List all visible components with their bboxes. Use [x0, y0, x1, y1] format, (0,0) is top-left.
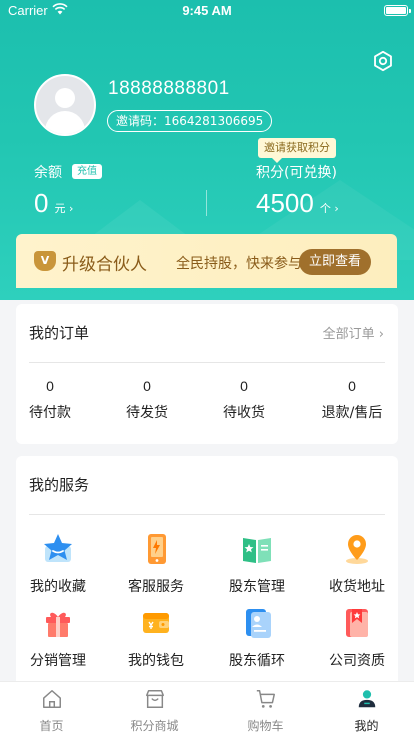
- order-status-to-ship[interactable]: 0 待发货: [102, 378, 192, 422]
- service-label: 我的收藏: [30, 579, 86, 595]
- order-label: 待付款: [29, 405, 71, 421]
- certificate-icon: [346, 609, 368, 637]
- services-card: 我的服务 我的收藏 客服服务 股东管理 收货地址 分销管理 我的钱包 股东循环 …: [16, 456, 398, 696]
- service-customer-support[interactable]: 客服服务: [111, 532, 201, 596]
- tab-cart[interactable]: 购物车: [214, 682, 317, 736]
- partner-desc: 全民持股，快来参与: [176, 256, 302, 272]
- service-company-qualification[interactable]: 公司资质: [312, 606, 402, 670]
- points-value[interactable]: 4500 个 ›: [256, 188, 339, 219]
- avatar-head: [55, 88, 75, 108]
- order-label: 待收货: [223, 405, 265, 421]
- order-count: 0: [348, 378, 356, 394]
- service-label: 股东循环: [229, 653, 285, 669]
- order-count: 0: [143, 378, 151, 394]
- balance-amount: 0: [34, 188, 49, 218]
- tab-label: 首页: [39, 719, 64, 733]
- service-label: 收货地址: [329, 579, 385, 595]
- phone-service-icon: [148, 534, 166, 564]
- avatar[interactable]: [34, 74, 96, 136]
- order-count: 0: [46, 378, 54, 394]
- divider: [206, 190, 207, 216]
- tab-label: 积分商城: [130, 719, 179, 733]
- id-card-icon: [246, 609, 271, 638]
- tab-label: 购物车: [247, 719, 284, 733]
- service-wallet[interactable]: 我的钱包: [111, 606, 201, 670]
- service-label: 客服服务: [128, 579, 184, 595]
- orders-card: 我的订单 全部订单 › 0 待付款 0 待发货 0 待收货 0 退款/售后: [16, 304, 398, 444]
- divider: [29, 362, 385, 363]
- tab-points-mall[interactable]: 积分商城: [103, 682, 206, 736]
- user-icon: [358, 690, 375, 708]
- settings-icon[interactable]: [372, 50, 394, 72]
- view-now-button[interactable]: 立即查看: [299, 249, 371, 275]
- order-status-refund[interactable]: 0 退款/售后: [307, 378, 397, 422]
- points-label: 积分(可兑换): [256, 165, 337, 181]
- orders-title: 我的订单: [29, 324, 90, 342]
- invite-code[interactable]: 邀请码：1664281306695: [107, 110, 273, 132]
- partner-title: 升级合伙人: [62, 255, 147, 275]
- order-label: 退款/售后: [321, 405, 383, 421]
- gift-icon: [46, 612, 70, 637]
- wallet-icon: [143, 613, 169, 633]
- order-count: 0: [240, 378, 248, 394]
- service-label: 公司资质: [329, 653, 385, 669]
- tab-bar: 首页 积分商城 购物车 我的: [0, 681, 414, 736]
- star-icon: [44, 534, 72, 562]
- service-favorites[interactable]: 我的收藏: [13, 532, 103, 596]
- service-shipping-address[interactable]: 收货地址: [312, 532, 402, 596]
- service-label: 分销管理: [30, 653, 86, 669]
- invite-points-tag[interactable]: 邀请获取积分: [258, 138, 336, 163]
- vip-badge-icon: V: [34, 251, 56, 271]
- location-icon: [346, 535, 368, 564]
- service-shareholder-cycle[interactable]: 股东循环: [212, 606, 302, 670]
- balance-unit: 元 ›: [54, 202, 74, 215]
- partner-banner[interactable]: V 升级合伙人 全民持股，快来参与 立即查看: [16, 234, 397, 288]
- all-orders-link[interactable]: 全部订单 ›: [323, 323, 384, 342]
- services-title: 我的服务: [29, 476, 90, 494]
- service-label: 股东管理: [229, 579, 285, 595]
- order-status-unpaid[interactable]: 0 待付款: [5, 378, 95, 422]
- divider: [29, 514, 385, 515]
- user-phone: 18888888801: [108, 78, 230, 99]
- recharge-button[interactable]: 充值: [72, 164, 102, 179]
- points-unit: 个 ›: [319, 202, 339, 215]
- points-amount: 4500: [256, 188, 314, 218]
- tab-label: 我的: [354, 719, 379, 733]
- balance-value[interactable]: 0 元 ›: [34, 188, 73, 219]
- tab-mine[interactable]: 我的: [315, 682, 414, 736]
- order-status-to-receive[interactable]: 0 待收货: [199, 378, 289, 422]
- cart-icon: [256, 690, 275, 708]
- order-label: 待发货: [126, 405, 168, 421]
- status-bar: Carrier 9:45 AM: [0, 0, 414, 22]
- book-icon: [243, 538, 271, 563]
- tab-home[interactable]: 首页: [0, 682, 103, 736]
- home-icon: [42, 690, 61, 708]
- avatar-body: [45, 111, 85, 134]
- store-icon: [145, 690, 164, 708]
- balance-label: 余额: [34, 165, 62, 181]
- service-label: 我的钱包: [128, 653, 184, 669]
- clock: 9:45 AM: [182, 3, 232, 18]
- service-shareholder-management[interactable]: 股东管理: [212, 532, 302, 596]
- service-distribution[interactable]: 分销管理: [13, 606, 103, 670]
- battery-icon: [384, 5, 411, 16]
